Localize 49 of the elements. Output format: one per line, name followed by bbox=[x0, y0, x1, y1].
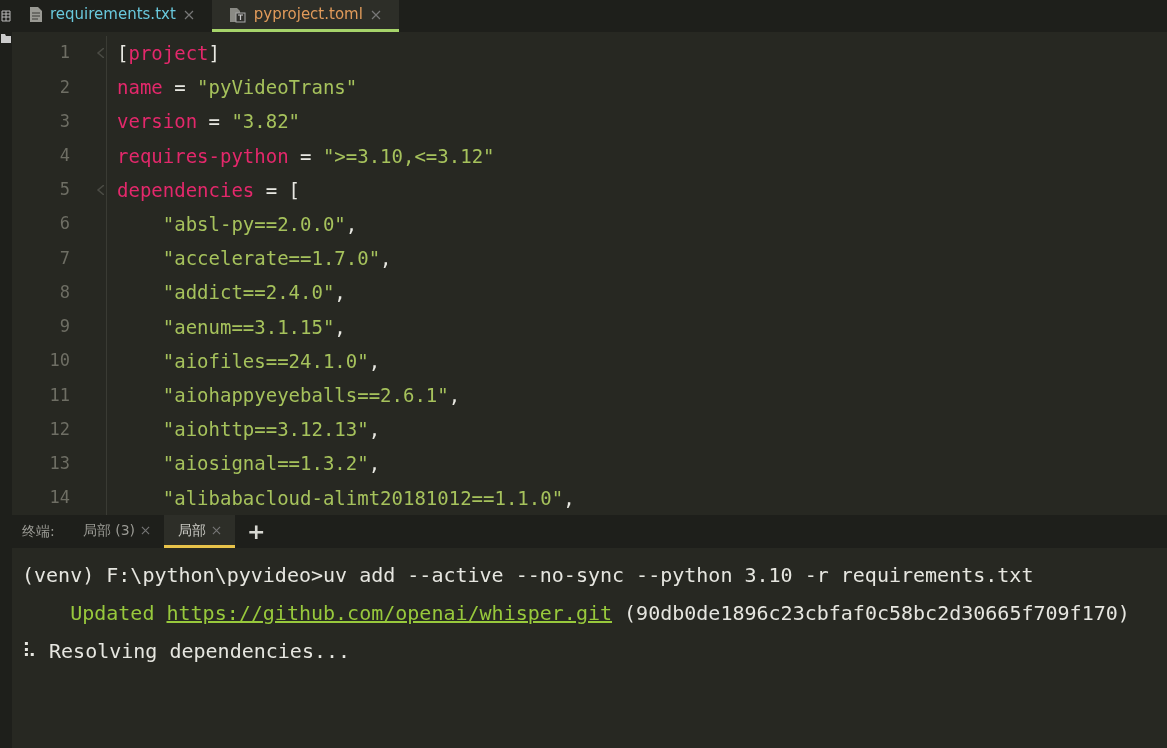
tab-label: requirements.txt bbox=[50, 4, 176, 26]
tab-label: pyproject.toml bbox=[253, 4, 363, 26]
code-line: "aiohappyeyeballs==2.6.1", bbox=[161, 383, 461, 409]
line-number: 8 bbox=[58, 280, 70, 304]
line-number: 10 bbox=[48, 349, 70, 373]
line-number: 6 bbox=[58, 212, 70, 236]
close-icon[interactable] bbox=[212, 525, 221, 535]
code-line: version = "3.82" bbox=[117, 109, 301, 135]
code-line: name = "pyVideoTrans" bbox=[117, 75, 358, 101]
line-number: 5 bbox=[58, 178, 70, 202]
terminal-line: ⠧ Resolving dependencies... bbox=[22, 638, 351, 665]
close-icon[interactable] bbox=[183, 9, 194, 20]
document-icon bbox=[30, 7, 42, 22]
grid-icon[interactable] bbox=[1, 10, 11, 22]
tab-label: 局部 (3) bbox=[82, 520, 135, 540]
line-number: 9 bbox=[58, 315, 70, 339]
code-line: "accelerate==1.7.0", bbox=[161, 246, 392, 272]
terminal-tab[interactable]: 局部 bbox=[164, 515, 235, 548]
editor-tab[interactable]: requirements.txt bbox=[12, 0, 212, 32]
line-number: 11 bbox=[48, 383, 70, 407]
code-line: "addict==2.4.0", bbox=[161, 280, 346, 306]
folder-icon[interactable] bbox=[1, 34, 11, 43]
code-line: "aenum==3.1.15", bbox=[161, 314, 346, 340]
terminal-label: 终端: bbox=[22, 522, 55, 541]
code-line: dependencies = [ bbox=[117, 177, 301, 203]
code-line: "aiosignal==1.3.2", bbox=[161, 451, 381, 477]
add-tab-button[interactable]: + bbox=[235, 515, 278, 548]
file-icon bbox=[229, 6, 246, 23]
line-number: 14 bbox=[48, 486, 70, 510]
code-line: [project] bbox=[117, 40, 220, 66]
line-number: 7 bbox=[58, 246, 70, 270]
code-line: requires-python = ">=3.10,<=3.12" bbox=[117, 143, 495, 169]
code-line: "absl-py==2.0.0", bbox=[161, 211, 358, 237]
close-icon[interactable] bbox=[370, 9, 381, 20]
terminal-tab[interactable]: 局部 (3) bbox=[68, 515, 164, 548]
line-number: 4 bbox=[58, 144, 70, 167]
close-icon[interactable] bbox=[141, 525, 150, 535]
code-line: "aiofiles==24.1.0", bbox=[161, 348, 381, 374]
code-line: "aiohttp==3.12.13", bbox=[161, 417, 381, 443]
terminal-line: (venv) F:\python\pyvideo>uv add --active --no-sync --python 3.10 -r requirements.txt bbox=[22, 562, 1034, 589]
line-number: 3 bbox=[58, 109, 70, 133]
line-number: 2 bbox=[58, 75, 70, 99]
terminal-line: Updated https://github.com/openai/whisper.git (90db0de1896c23cbfaf0c58bc2d30665f709f170) bbox=[69, 600, 1130, 627]
line-number: 13 bbox=[48, 452, 70, 475]
line-number: 1 bbox=[58, 41, 70, 65]
line-number: 12 bbox=[48, 417, 70, 441]
editor-tab[interactable]: pyproject.toml bbox=[211, 0, 399, 32]
code-line: "alibabacloud-alimt20181012==1.1.0", bbox=[161, 485, 575, 511]
tab-label: 局部 bbox=[178, 520, 206, 540]
